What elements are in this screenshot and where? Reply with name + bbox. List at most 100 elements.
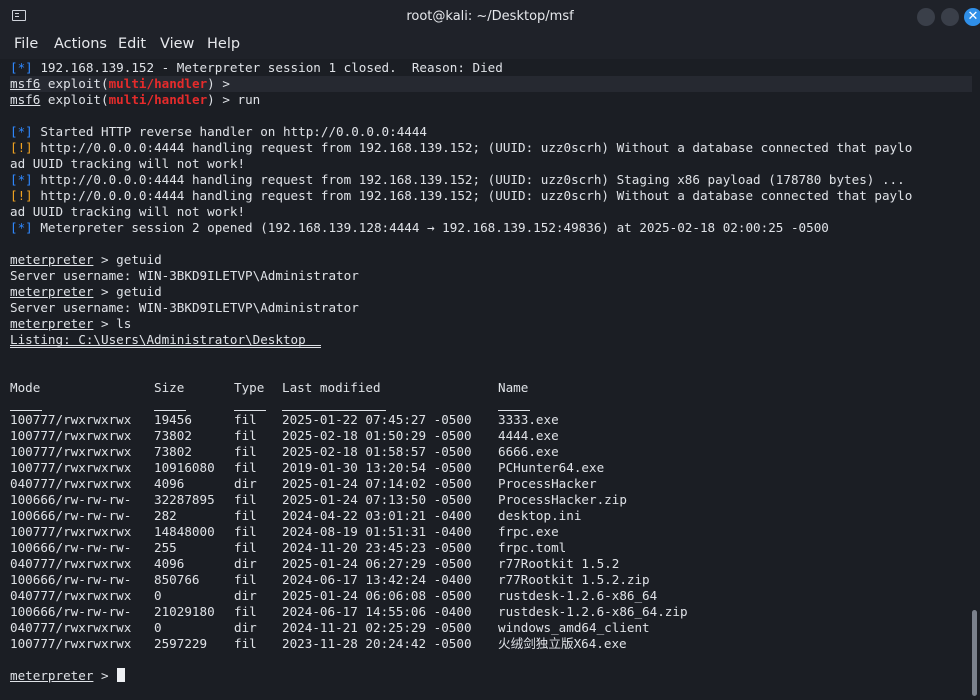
title-bar[interactable]: root@kali: ~/Desktop/msf ✕	[0, 0, 980, 33]
cell-name: windows_amd64_client	[498, 620, 650, 635]
cell-type: fil	[234, 572, 257, 587]
menu-actions[interactable]: Actions	[54, 33, 107, 55]
cell-name: 火绒剑独立版X64.exe	[498, 636, 627, 651]
cell-modified: 2025-01-24 07:14:02 -0500	[282, 476, 472, 491]
cell-type: dir	[234, 620, 257, 635]
log-text: Meterpreter session 2 opened (192.168.13…	[32, 220, 829, 235]
meterpreter-prompt: meterpreter	[10, 284, 94, 299]
log-line: [*] Started HTTP reverse handler on http…	[10, 124, 972, 140]
maximize-button[interactable]	[941, 8, 959, 26]
prompt-text: exploit(	[40, 92, 109, 107]
close-button[interactable]: ✕	[964, 8, 980, 26]
cell-type: dir	[234, 556, 257, 571]
cell-size: 282	[154, 508, 177, 523]
command-text: > ls	[93, 316, 132, 331]
table-row: 100666/rw-rw-rw- 850766 fil 2024-06-17 13:4…	[10, 572, 972, 588]
command-line: meterpreter > ls	[10, 316, 972, 332]
log-text: http://0.0.0.0:4444 handling request fro…	[32, 172, 905, 187]
cell-type: fil	[234, 508, 257, 523]
active-prompt-line[interactable]: meterpreter >	[10, 668, 972, 684]
cell-size: 255	[154, 540, 177, 555]
cell-mode: 100777/rwxrwxrwx	[10, 460, 132, 475]
cell-mode: 100777/rwxrwxrwx	[10, 428, 132, 443]
cell-size: 14848000	[154, 524, 215, 539]
prompt-text: >	[93, 668, 109, 683]
info-marker: [*]	[10, 220, 33, 235]
meterpreter-prompt: meterpreter	[10, 668, 94, 683]
command-text: > getuid	[93, 252, 162, 267]
table-header-rule	[10, 396, 972, 412]
menu-edit[interactable]: Edit	[118, 33, 146, 55]
cell-mode: 100777/rwxrwxrwx	[10, 412, 132, 427]
header-underline	[234, 410, 266, 411]
log-line: [!] http://0.0.0.0:4444 handling request…	[10, 140, 972, 156]
cell-size: 21029180	[154, 604, 215, 619]
cell-mode: 100777/rwxrwxrwx	[10, 524, 132, 539]
cell-name: PCHunter64.exe	[498, 460, 605, 475]
cell-modified: 2025-01-24 06:27:29 -0500	[282, 556, 472, 571]
terminal-output[interactable]: [*] 192.168.139.152 - Meterpreter sessio…	[10, 60, 972, 696]
cell-mode: 100777/rwxrwxrwx	[10, 636, 132, 651]
menu-file[interactable]: File	[14, 33, 38, 55]
table-row: 100666/rw-rw-rw- 21029180 fil 2024-06-17 14…	[10, 604, 972, 620]
cell-size: 0	[154, 620, 162, 635]
cell-size: 10916080	[154, 460, 215, 475]
cell-modified: 2024-06-17 13:42:24 -0400	[282, 572, 472, 587]
menu-view[interactable]: View	[160, 33, 194, 55]
info-marker: [*]	[10, 60, 33, 75]
cell-type: fil	[234, 492, 257, 507]
table-row: 100666/rw-rw-rw- 32287895 fil 2025-01-24 07…	[10, 492, 972, 508]
menu-help[interactable]: Help	[207, 33, 240, 55]
log-text: ad UUID tracking will not work!	[10, 156, 246, 171]
cell-name: frpc.exe	[498, 524, 559, 539]
cell-modified: 2025-01-22 07:45:27 -0500	[282, 412, 472, 427]
cell-type: fil	[234, 636, 257, 651]
cell-modified: 2019-01-30 13:20:54 -0500	[282, 460, 472, 475]
output-line: Server username: WIN-3BKD9ILETVP\Adminis…	[10, 268, 972, 284]
table-row: 100777/rwxrwxrwx 19456 fil 2025-01-22 07:45…	[10, 412, 972, 428]
cell-size: 4096	[154, 476, 185, 491]
menu-bar: File Actions Edit View Help	[0, 33, 980, 59]
listing-line: Listing: C:\Users\Administrator\Desktop	[10, 332, 972, 348]
cell-name: ProcessHacker	[498, 476, 597, 491]
cell-name: ProcessHacker.zip	[498, 492, 627, 507]
cell-size: 19456	[154, 412, 192, 427]
output-text: Server username: WIN-3BKD9ILETVP\Adminis…	[10, 300, 359, 315]
warning-marker: [!]	[10, 188, 33, 203]
window-title: root@kali: ~/Desktop/msf	[406, 9, 574, 24]
column-header-mode: Mode	[10, 380, 41, 395]
cell-name: r77Rootkit 1.5.2.zip	[498, 572, 650, 587]
table-row: 040777/rwxrwxrwx 0 dir 2024-11-21 02:25:29 …	[10, 620, 972, 636]
cell-mode: 100666/rw-rw-rw-	[10, 508, 132, 523]
cell-modified: 2025-02-18 01:50:29 -0500	[282, 428, 472, 443]
info-marker: [*]	[10, 172, 33, 187]
text-cursor[interactable]	[117, 668, 126, 682]
command-text: > getuid	[93, 284, 162, 299]
log-line: [!] http://0.0.0.0:4444 handling request…	[10, 188, 972, 204]
cell-type: dir	[234, 588, 257, 603]
scrollbar-thumb[interactable]	[972, 610, 977, 696]
minimize-button[interactable]	[917, 8, 935, 26]
log-text: ad UUID tracking will not work!	[10, 204, 246, 219]
cell-name: rustdesk-1.2.6-x86_64	[498, 588, 658, 603]
log-line: [*] http://0.0.0.0:4444 handling request…	[10, 172, 972, 188]
table-header: Mode Size Type Last modified Name	[10, 380, 972, 396]
column-header-name: Name	[498, 380, 529, 395]
table-row: 100777/rwxrwxrwx 2597229 fil 2023-11-28 20:…	[10, 636, 972, 652]
log-line: [*] 192.168.139.152 - Meterpreter sessio…	[10, 60, 972, 76]
log-line: [*] Meterpreter session 2 opened (192.16…	[10, 220, 972, 236]
cell-name: 6666.exe	[498, 444, 559, 459]
log-text: http://0.0.0.0:4444 handling request fro…	[32, 140, 913, 155]
command-line: meterpreter > getuid	[10, 284, 972, 300]
cell-name: r77Rootkit 1.5.2	[498, 556, 620, 571]
log-line: ad UUID tracking will not work!	[10, 156, 972, 172]
cell-mode: 100666/rw-rw-rw-	[10, 492, 132, 507]
table-row: 100777/rwxrwxrwx 10916080 fil 2019-01-30 13…	[10, 460, 972, 476]
cell-modified: 2025-01-24 07:13:50 -0500	[282, 492, 472, 507]
table-row: 100777/rwxrwxrwx 73802 fil 2025-02-18 01:58…	[10, 444, 972, 460]
msf-prompt: msf6	[10, 92, 41, 107]
table-row: 040777/rwxrwxrwx 4096 dir 2025-01-24 06:27:…	[10, 556, 972, 572]
cell-modified: 2023-11-28 20:24:42 -0500	[282, 636, 472, 651]
